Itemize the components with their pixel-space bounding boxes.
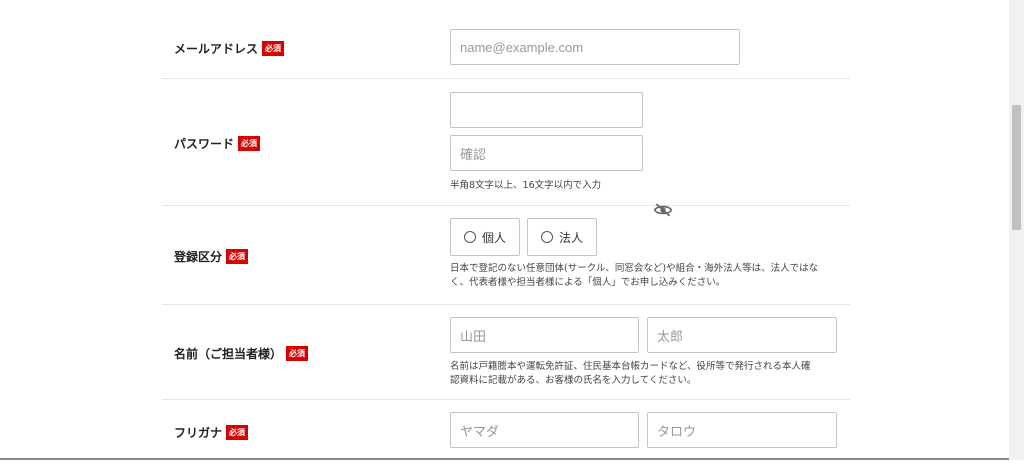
- email-label-wrap: メールアドレス 必須: [174, 40, 285, 57]
- password-confirm-placeholder: 確認: [460, 146, 487, 162]
- radio-individual[interactable]: 個人: [450, 218, 520, 256]
- password-field[interactable]: [450, 92, 643, 128]
- last-name-placeholder: 山田: [460, 328, 487, 344]
- email-placeholder: name@example.com: [460, 39, 584, 55]
- name-help: 名前は戸籍謄本や運転免許証、住民基本台帳カードなど、役所等で発行される本人確 認…: [450, 360, 811, 388]
- first-name-field[interactable]: 太郎: [647, 317, 837, 353]
- required-badge: 必須: [262, 41, 285, 56]
- furigana-label: フリガナ: [174, 426, 223, 440]
- password-confirm-field[interactable]: 確認: [450, 135, 643, 171]
- last-name-kana-field[interactable]: ヤマダ: [450, 412, 639, 448]
- password-help: 半角8文字以上、16文字以内で入力: [450, 180, 602, 191]
- registration-type-help: 日本で登記のない任意団体(サークル、同窓会など)や組合・海外法人等は、法人ではな…: [450, 262, 818, 290]
- radio-corporate-label: 法人: [558, 230, 583, 245]
- help-line: く、代表者様や担当者様による「個人」でお申し込みください。: [450, 277, 726, 288]
- required-badge: 必須: [286, 346, 309, 361]
- password-label: パスワード: [174, 137, 235, 151]
- first-name-kana-field[interactable]: タロウ: [647, 412, 837, 448]
- password-row: パスワード 必須 確認 半角8文字以上、16文字以内で入力: [162, 79, 850, 217]
- email-label: メールアドレス: [174, 42, 259, 56]
- vertical-scrollbar[interactable]: [1009, 0, 1024, 460]
- help-line: 日本で登記のない任意団体(サークル、同窓会など)や組合・海外法人等は、法人ではな: [450, 263, 819, 274]
- last-name-field[interactable]: 山田: [450, 317, 639, 353]
- radio-individual-label: 個人: [481, 230, 506, 245]
- name-label: 名前（ご担当者様）: [174, 347, 283, 361]
- radio-circle-icon: [540, 231, 553, 243]
- registration-type-label: 登録区分: [174, 250, 223, 264]
- required-badge: 必須: [238, 136, 261, 151]
- help-line: 名前は戸籍謄本や運転免許証、住民基本台帳カードなど、役所等で発行される本人確: [450, 361, 811, 372]
- registration-form: メールアドレス 必須 name@example.com パスワード 必須 確認 …: [162, 0, 850, 470]
- first-name-placeholder: 太郎: [657, 328, 684, 344]
- name-row: 名前（ご担当者様） 必須 山田 太郎 名前は戸籍謄本や運転免許証、住民基本台帳カ…: [162, 305, 850, 400]
- help-line: 認資料に記載がある、お客様の氏名を入力してください。: [450, 375, 697, 386]
- required-badge: 必須: [226, 425, 249, 440]
- password-label-wrap: パスワード 必須: [174, 135, 261, 152]
- radio-corporate[interactable]: 法人: [527, 218, 597, 256]
- first-name-kana-placeholder: タロウ: [657, 423, 697, 439]
- registration-type-label-wrap: 登録区分 必須: [174, 248, 249, 265]
- name-label-wrap: 名前（ご担当者様） 必須: [174, 345, 309, 362]
- email-field[interactable]: name@example.com: [450, 29, 740, 65]
- required-badge: 必須: [226, 249, 249, 264]
- radio-circle-icon: [463, 231, 476, 243]
- scrollbar-thumb[interactable]: [1012, 105, 1021, 230]
- registration-type-row: 登録区分 必須 個人 法人 日本で登記のない任意団体(サークル、同窓会など)や組…: [162, 206, 850, 305]
- last-name-kana-placeholder: ヤマダ: [460, 423, 500, 439]
- furigana-label-wrap: フリガナ 必須: [174, 424, 249, 441]
- email-row: メールアドレス 必須 name@example.com: [162, 0, 850, 79]
